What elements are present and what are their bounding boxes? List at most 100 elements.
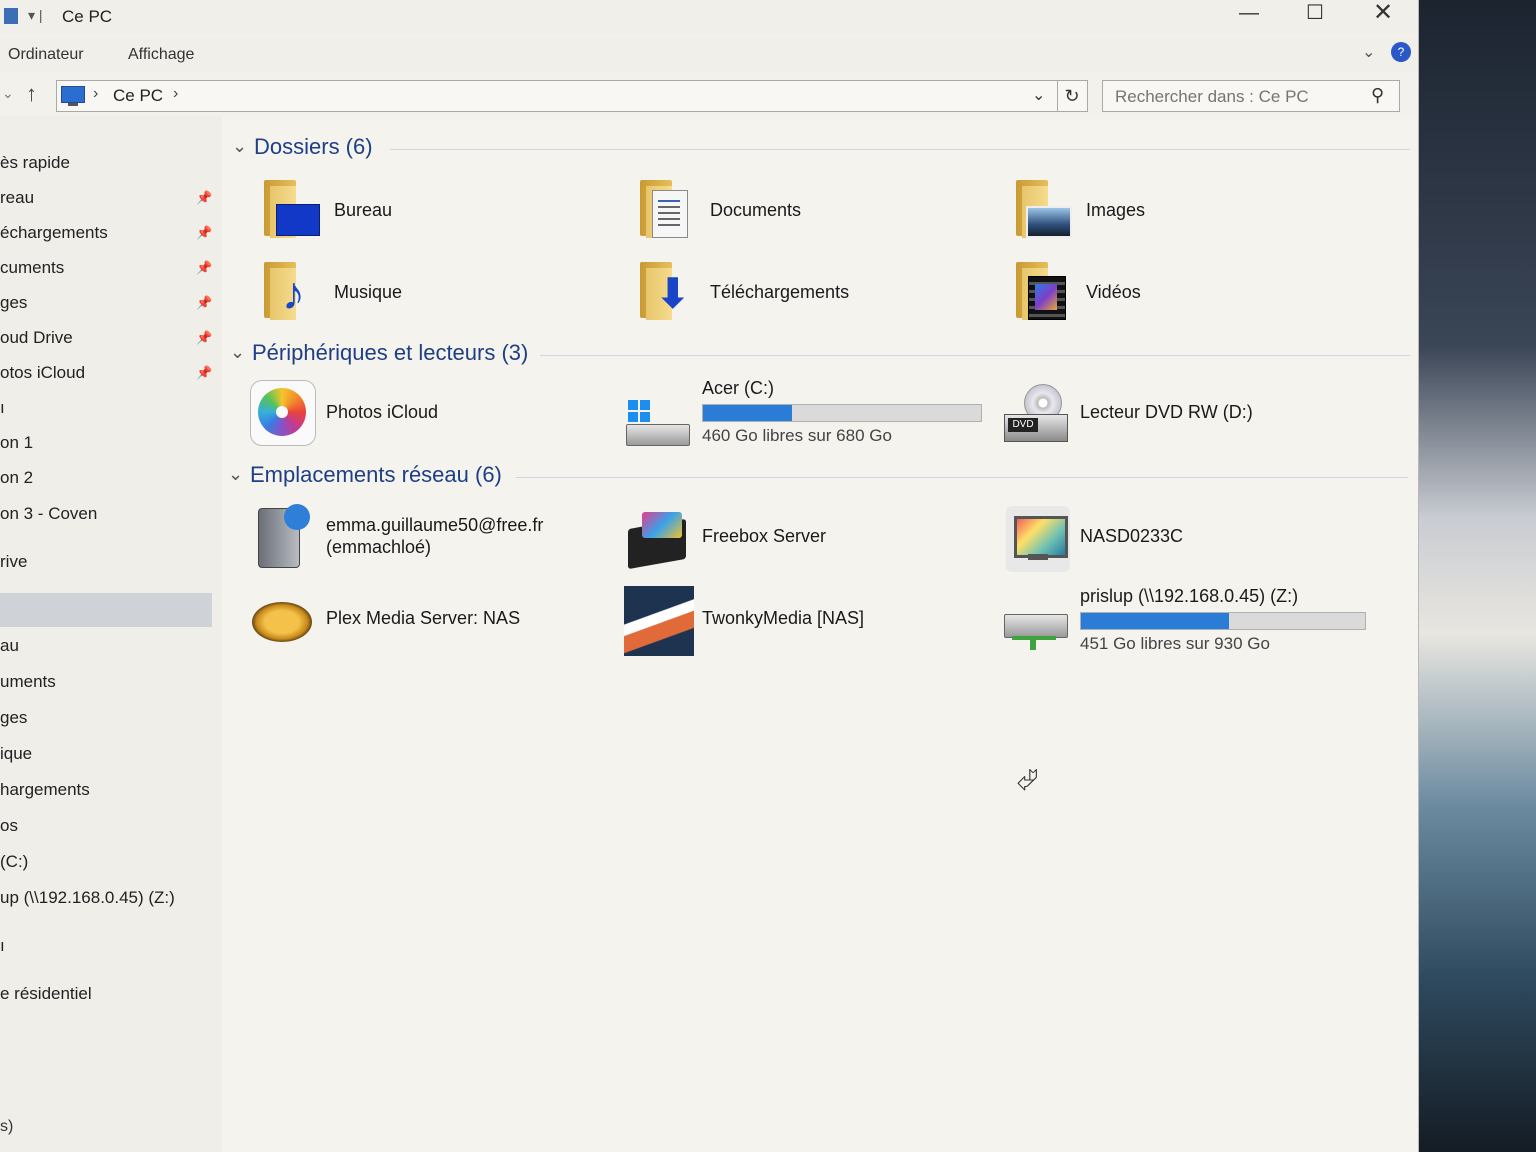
item-label: Images (1086, 200, 1146, 220)
computer-stand-icon (68, 103, 78, 106)
network-twonky[interactable]: TwonkyMedia [NAS] (624, 584, 964, 656)
sidebar-item-label: ges (0, 293, 28, 312)
close-button[interactable]: ✕ (1350, 0, 1416, 30)
sidebar-item-telechargements-2[interactable]: hargements (0, 773, 212, 807)
desktop-folder-icon (256, 176, 326, 246)
network-drive-icon (1002, 586, 1072, 656)
sidebar-item-prislup-z[interactable]: up (\\192.168.0.45) (Z:) (0, 881, 212, 915)
network-emma[interactable]: emma.guillaume50@free.fr (emmachloé) (248, 502, 588, 572)
sidebar-item-label: on 2 (0, 468, 34, 487)
device-photos-icloud[interactable]: Photos iCloud (248, 378, 588, 448)
chevron-down-icon[interactable]: ⌄ (228, 464, 243, 485)
sidebar-item-videos[interactable]: os (0, 809, 212, 843)
item-label-line-1: emma.guillaume50@free.fr (326, 515, 544, 535)
downloads-folder-icon: ⬇ (632, 258, 702, 328)
pin-icon: 📌 (196, 260, 212, 275)
sidebar-item-onedrive[interactable]: rive (0, 545, 212, 579)
item-label: Photos iCloud (326, 402, 439, 422)
sidebar-item-icloud-drive[interactable]: oud Drive 📌 (0, 321, 212, 355)
pin-icon: 📌 (196, 365, 212, 380)
pin-icon: 📌 (196, 225, 212, 240)
sidebar-item-label: on 1 (0, 433, 34, 452)
explorer-app-icon[interactable] (4, 8, 18, 24)
drive-acer-c[interactable]: Acer (C:) 460 Go libres sur 680 Go (624, 378, 1004, 450)
search-box[interactable]: ⚲ (1102, 80, 1400, 112)
breadcrumb-separator-icon[interactable]: › (93, 85, 98, 103)
photos-app-icon (248, 378, 318, 448)
breadcrumb-ce-pc[interactable]: Ce PC (113, 86, 163, 106)
sidebar-item-label: ges (0, 708, 28, 727)
media-server-icon (624, 502, 694, 572)
search-input[interactable] (1113, 86, 1367, 108)
item-label: Plex Media Server: NAS (326, 608, 521, 628)
maximize-button[interactable]: ☐ (1282, 0, 1348, 30)
folder-telechargements[interactable]: ⬇ Téléchargements (632, 258, 962, 328)
window-title: Ce PC (62, 7, 113, 26)
sidebar-item-reseau[interactable]: ı (0, 929, 212, 963)
sidebar-item-label: ique (0, 744, 33, 763)
drive-label: Acer (C:) (702, 378, 774, 398)
sidebar-item-ce-pc[interactable] (0, 593, 212, 627)
drive-usage-fill (1081, 613, 1229, 629)
sidebar-item-bureau-2[interactable]: au (0, 629, 212, 663)
network-plex[interactable]: Plex Media Server: NAS (248, 584, 588, 654)
group-header-folders[interactable]: ⌄ Dossiers (6) (232, 134, 1412, 164)
tab-affichage[interactable]: Affichage (128, 46, 194, 64)
folder-videos[interactable]: Vidéos (1008, 258, 1338, 328)
drive-dvd-d[interactable]: DVD Lecteur DVD RW (D:) (1002, 378, 1382, 448)
item-label: Lecteur DVD RW (D:) (1080, 402, 1253, 422)
network-nasd0233c[interactable]: NASD0233C (1002, 502, 1342, 572)
refresh-icon[interactable]: ↻ (1057, 81, 1086, 111)
address-dropdown-icon[interactable]: ⌄ (1032, 85, 1045, 105)
sidebar-item-session-2[interactable]: on 2 (0, 461, 212, 495)
drive-prislup-z[interactable]: prislup (\\192.168.0.45) (Z:) 451 Go lib… (1002, 586, 1382, 658)
sidebar-item-groupe-residentiel[interactable]: e résidentiel (0, 977, 212, 1011)
sidebar-item-bureau[interactable]: reau 📌 (0, 181, 212, 215)
sidebar-item-documents[interactable]: cuments 📌 (0, 251, 212, 285)
dvd-drive-icon: DVD (1002, 378, 1072, 448)
sidebar-item-photos-icloud[interactable]: otos iCloud 📌 (0, 356, 212, 390)
sidebar-item-acer-c[interactable]: (C:) (0, 845, 212, 879)
sidebar-item-label: on 3 - Coven (0, 504, 98, 523)
up-arrow-icon[interactable]: ↑ (26, 81, 37, 107)
sidebar-item-telechargements[interactable]: échargements 📌 (0, 216, 212, 250)
drive-free-space: 460 Go libres sur 680 Go (702, 426, 892, 445)
minimize-button[interactable]: — (1216, 0, 1282, 30)
sidebar-item-musique[interactable]: ique (0, 737, 212, 771)
tab-ordinateur[interactable]: Ordinateur (8, 46, 84, 64)
sidebar-item-session-1[interactable]: on 1 (0, 426, 212, 460)
group-header-devices[interactable]: ⌄ Périphériques et lecteurs (3) (230, 340, 1410, 370)
twonky-icon (624, 584, 694, 656)
sidebar-item-session-3[interactable]: on 3 - Coven (0, 497, 212, 531)
breadcrumb-separator-icon[interactable]: › (173, 85, 178, 103)
pin-icon: 📌 (196, 190, 212, 205)
folder-musique[interactable]: ♪ Musique (256, 258, 586, 328)
folder-bureau[interactable]: Bureau (256, 176, 586, 246)
plex-server-icon (248, 584, 318, 654)
chevron-down-icon[interactable]: ⌄ (232, 136, 247, 157)
expand-ribbon-icon[interactable]: ⌄ (1362, 42, 1375, 62)
sidebar-item-label: e résidentiel (0, 984, 92, 1003)
group-header-network[interactable]: ⌄ Emplacements réseau (6) (228, 462, 1408, 492)
recent-locations-icon[interactable]: ⌄ (2, 85, 14, 102)
ribbon-tabs: Ordinateur Affichage ⌄ ? (0, 38, 1418, 72)
group-divider (540, 355, 1410, 356)
group-title: Dossiers (6) (254, 134, 373, 159)
sidebar-item-images-2[interactable]: ges (0, 701, 212, 735)
folder-documents[interactable]: Documents (632, 176, 962, 246)
sidebar-item-acces-rapide[interactable]: ès rapide (0, 146, 212, 180)
sidebar-item-images[interactable]: ges 📌 (0, 286, 212, 320)
search-icon[interactable]: ⚲ (1371, 85, 1384, 106)
network-freebox[interactable]: Freebox Server (624, 502, 964, 572)
chevron-down-icon[interactable]: ⌄ (230, 342, 245, 363)
sidebar-item-7[interactable]: ı (0, 391, 212, 425)
drive-label: prislup (\\192.168.0.45) (Z:) (1080, 586, 1299, 606)
windows-drive-icon (624, 378, 694, 448)
quick-access-dropdown-icon[interactable]: ▾ | (28, 7, 43, 24)
sidebar-item-documents-2[interactable]: uments (0, 665, 212, 699)
item-label: Documents (710, 200, 802, 220)
help-icon[interactable]: ? (1391, 42, 1411, 62)
folder-images[interactable]: Images (1008, 176, 1338, 246)
address-bar[interactable]: › Ce PC › ⌄ ↻ (56, 80, 1088, 112)
item-label: emma.guillaume50@free.fr (emmachloé) (326, 514, 586, 558)
